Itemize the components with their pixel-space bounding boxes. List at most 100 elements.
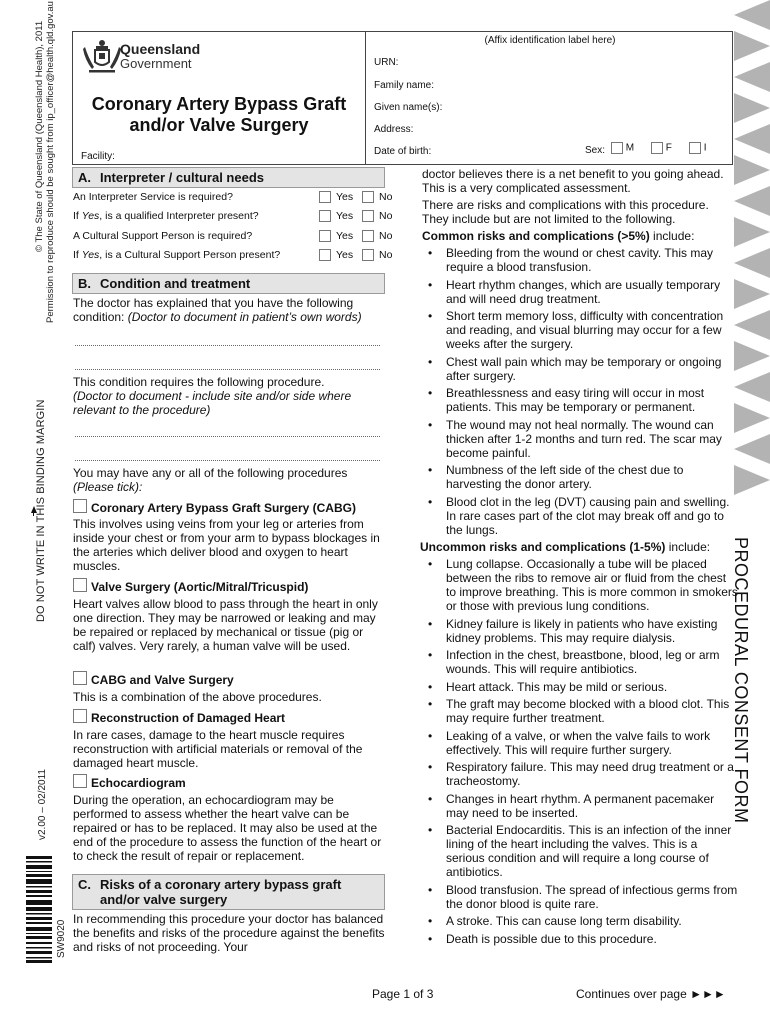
arrow-stem xyxy=(33,512,34,516)
edge-triangle xyxy=(734,372,770,402)
procedure-line-1[interactable] xyxy=(75,436,380,437)
risk-item: Infection in the chest, breastbone, bloo… xyxy=(422,648,738,676)
barcode xyxy=(26,856,52,963)
no-checkbox[interactable] xyxy=(362,191,374,203)
dob-field[interactable]: Date of birth: xyxy=(374,146,431,157)
options-intro: You may have any or all of the following… xyxy=(73,466,348,494)
yes-checkbox[interactable] xyxy=(319,191,331,203)
risk-item: Blood transfusion. The spread of infecti… xyxy=(422,883,738,911)
question-text: If Yes, is a qualified Interpreter prese… xyxy=(73,210,259,222)
address-field[interactable]: Address: xyxy=(374,124,413,135)
procedure-desc: In rare cases, damage to the heart muscl… xyxy=(73,728,363,770)
no-checkbox[interactable] xyxy=(362,249,374,261)
yes-checkbox[interactable] xyxy=(319,230,331,242)
risk-item: Changes in heart rhythm. A permanent pac… xyxy=(422,792,738,820)
section-b-header: B. Condition and treatment xyxy=(72,273,385,294)
no-checkbox[interactable] xyxy=(362,230,374,242)
sex-option-label: M xyxy=(625,142,635,154)
risk-item: Short term memory loss, difficulty with … xyxy=(422,309,738,351)
given-names-field[interactable]: Given name(s): xyxy=(374,102,442,113)
section-c-header: C. Risks of a coronary artery bypass graf… xyxy=(72,874,385,910)
edge-triangle xyxy=(734,124,770,154)
checkbox[interactable] xyxy=(73,774,87,788)
form-header: Queensland Government Coronary Artery By… xyxy=(72,31,733,165)
procedure-option-valve[interactable]: Valve Surgery (Aortic/Mitral/Tricuspid) xyxy=(73,578,308,594)
section-title-line-2: and/or valve surgery xyxy=(100,892,228,907)
procedure-title: CABG and Valve Surgery xyxy=(91,673,234,687)
procedure-line-2[interactable] xyxy=(75,460,380,461)
interpreter-required-row: An Interpreter Service is required? Yes … xyxy=(73,190,392,206)
document-title: Coronary Artery Bypass Graft and/or Valv… xyxy=(73,94,365,136)
cultural-support-present-row: If Yes, is a Cultural Support Person pre… xyxy=(73,248,392,264)
procedure-option-echocardiogram[interactable]: Echocardiogram xyxy=(73,774,186,790)
checkbox[interactable] xyxy=(73,709,87,723)
risk-item: Heart attack. This may be mild or seriou… xyxy=(422,680,738,694)
edge-triangles-decoration xyxy=(734,0,770,495)
checkbox[interactable] xyxy=(611,142,623,154)
risk-item: Lung collapse. Occasionally a tube will … xyxy=(422,557,738,613)
section-a-header: A. Interpreter / cultural needs xyxy=(72,167,385,188)
section-title: Condition and treatment xyxy=(100,276,251,291)
no-label: No xyxy=(379,230,393,242)
risk-item: Chest wall pain which may be temporary o… xyxy=(422,355,738,383)
checkbox[interactable] xyxy=(73,578,87,592)
yes-checkbox[interactable] xyxy=(319,249,331,261)
risks-intro-right: doctor believes there is a net benefit t… xyxy=(422,167,724,195)
procedure-option-cabg-valve[interactable]: CABG and Valve Surgery xyxy=(73,671,234,687)
title-line-2: and/or Valve Surgery xyxy=(129,115,309,135)
edge-triangle xyxy=(734,248,770,278)
cultural-support-required-row: A Cultural Support Person is required? Y… xyxy=(73,229,392,245)
family-name-field[interactable]: Family name: xyxy=(374,80,434,91)
no-label: No xyxy=(379,191,393,203)
checkbox[interactable] xyxy=(689,142,701,154)
checkbox[interactable] xyxy=(73,499,87,513)
sex-option-f[interactable]: F xyxy=(651,142,672,154)
risks-intro-left: In recommending this procedure your doct… xyxy=(73,912,385,954)
sex-option-label: F xyxy=(665,142,672,154)
condition-line-2[interactable] xyxy=(75,369,380,370)
continues-over-page: Continues over page ►►► xyxy=(576,987,726,1001)
permission-notice: Permission to reproduce should be sought… xyxy=(45,1,56,323)
urn-field[interactable]: URN: xyxy=(374,57,398,68)
risk-item: The wound may not heal normally. The wou… xyxy=(422,418,738,460)
yes-label: Yes xyxy=(336,230,354,242)
yes-label: Yes xyxy=(336,210,354,222)
edge-triangle xyxy=(734,186,770,216)
no-label: No xyxy=(379,210,393,222)
no-label: No xyxy=(379,249,393,261)
edge-triangle xyxy=(734,434,770,464)
risk-item: Heart rhythm changes, which are usually … xyxy=(422,278,738,306)
section-letter: C. xyxy=(78,877,91,892)
risk-item: Death is possible due to this procedure. xyxy=(422,932,738,946)
sex-option-m[interactable]: M xyxy=(611,142,634,154)
procedure-desc: Heart valves allow blood to pass through… xyxy=(73,597,378,653)
section-letter: A. xyxy=(78,170,91,185)
sex-option-i[interactable]: I xyxy=(689,142,707,154)
procedure-option-reconstruction[interactable]: Reconstruction of Damaged Heart xyxy=(73,709,285,725)
interpreter-present-row: If Yes, is a qualified Interpreter prese… xyxy=(73,209,392,225)
condition-line-1[interactable] xyxy=(75,345,380,346)
form-type-label: PROCEDURAL CONSENT FORM xyxy=(731,537,751,824)
procedure-desc: During the operation, an echocardiogram … xyxy=(73,793,382,863)
uncommon-risks-heading: Uncommon risks and complications (1-5%) … xyxy=(420,540,711,554)
checkbox[interactable] xyxy=(73,671,87,685)
risk-item: Respiratory failure. This may need drug … xyxy=(422,760,738,788)
sex-option-label: I xyxy=(703,142,707,154)
facility-field[interactable]: Facility: xyxy=(81,151,115,162)
page-number: Page 1 of 3 xyxy=(372,987,434,1001)
question-text: An Interpreter Service is required? xyxy=(73,191,233,203)
risk-item: Kidney failure is likely in patients who… xyxy=(422,617,738,645)
checkbox[interactable] xyxy=(651,142,663,154)
edge-triangle xyxy=(734,341,770,371)
yes-checkbox[interactable] xyxy=(319,210,331,222)
risk-item: Numbness of the left side of the chest d… xyxy=(422,463,738,491)
edge-triangle xyxy=(734,465,770,495)
org-subname: Government xyxy=(120,56,192,71)
procedure-title: Echocardiogram xyxy=(91,776,186,790)
no-checkbox[interactable] xyxy=(362,210,374,222)
yes-label: Yes xyxy=(336,249,354,261)
affix-label: (Affix identification label here) xyxy=(484,35,616,46)
question-text: A Cultural Support Person is required? xyxy=(73,230,253,242)
procedure-option-cabg[interactable]: Coronary Artery Bypass Graft Surgery (CA… xyxy=(73,499,356,515)
header-divider xyxy=(365,32,366,165)
